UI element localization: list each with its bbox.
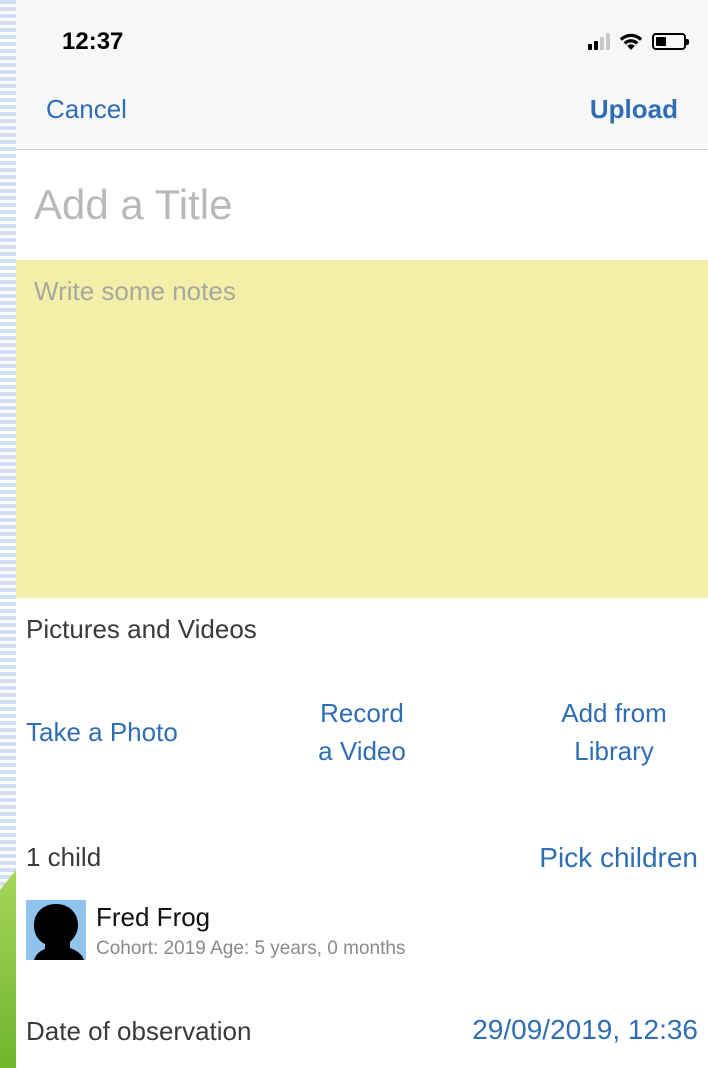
child-meta: Cohort: 2019 Age: 5 years, 0 months: [96, 938, 406, 959]
upload-button[interactable]: Upload: [590, 94, 678, 125]
decorative-border-left: [0, 0, 16, 1068]
app-frame: 12:37 Cancel Upload Add a Title Write so…: [0, 0, 708, 1068]
record-video-label-line2: a Video: [318, 736, 406, 766]
record-video-button[interactable]: Record a Video: [292, 694, 432, 770]
add-from-library-label-line1: Add from: [561, 698, 667, 728]
date-of-observation-value[interactable]: 29/09/2019, 12:36: [472, 1014, 698, 1046]
take-photo-label: Take a Photo: [26, 717, 178, 747]
decorative-grass: [0, 870, 16, 1068]
add-from-library-label-line2: Library: [574, 736, 654, 766]
child-list-item[interactable]: Fred Frog Cohort: 2019 Age: 5 years, 0 m…: [26, 898, 626, 968]
battery-icon: [652, 32, 689, 50]
child-name: Fred Frog: [96, 902, 211, 932]
child-silhouette-icon: [34, 904, 84, 960]
status-icons: [588, 28, 689, 54]
record-video-label-line1: Record: [320, 698, 404, 728]
pictures-videos-label: Pictures and Videos: [26, 614, 257, 644]
observation-screen: 12:37 Cancel Upload Add a Title Write so…: [16, 0, 708, 1068]
cancel-button[interactable]: Cancel: [46, 94, 127, 125]
date-of-observation-label: Date of observation: [26, 1016, 252, 1046]
add-from-library-button[interactable]: Add from Library: [528, 694, 700, 770]
child-count: 1 child: [26, 842, 102, 872]
wifi-icon: [619, 33, 643, 50]
navigation-bar: 12:37 Cancel Upload: [16, 0, 708, 150]
pick-children-button[interactable]: Pick children: [539, 842, 698, 874]
status-time: 12:37: [62, 28, 124, 55]
cellular-signal-icon: [588, 32, 610, 50]
child-avatar: [26, 900, 86, 960]
notes-textarea[interactable]: [16, 260, 708, 598]
take-photo-button[interactable]: Take a Photo: [26, 713, 178, 751]
title-input[interactable]: [16, 150, 708, 260]
